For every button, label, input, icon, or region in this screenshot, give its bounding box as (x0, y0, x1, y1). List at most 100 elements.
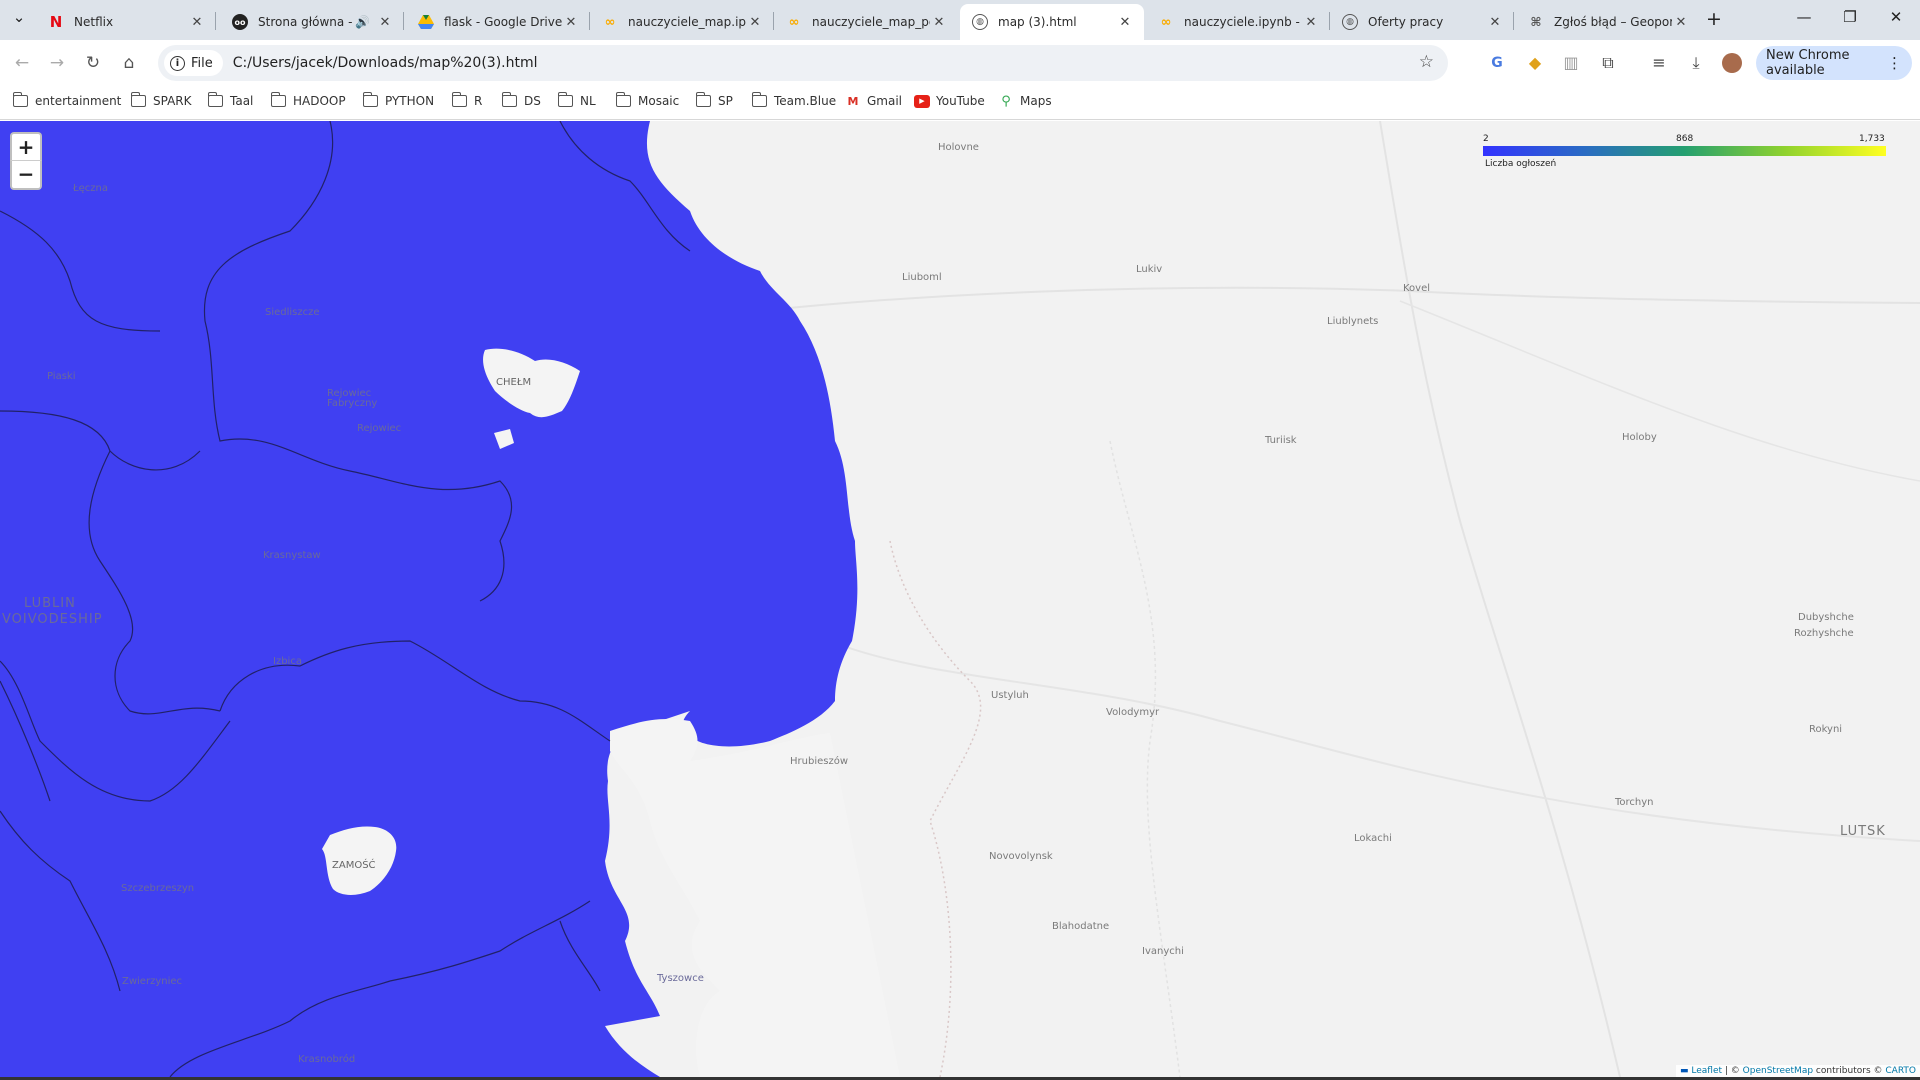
bookmark-gmail[interactable]: M Gmail (845, 94, 903, 108)
bookmark-label: entertainment (35, 94, 122, 108)
extension-icon[interactable]: ◆ (1524, 52, 1546, 74)
bookmark-r[interactable]: R (451, 92, 483, 108)
bookmark-python[interactable]: PYTHON (362, 92, 435, 108)
bookmark-label: SP (718, 94, 733, 108)
place-label: Zwierzyniec (122, 976, 183, 987)
tab-search-button[interactable]: ⌄ (6, 8, 32, 32)
close-icon[interactable]: ✕ (562, 15, 580, 30)
bookmark-sp[interactable]: SP (695, 92, 733, 108)
place-label: LUBLIN (24, 596, 76, 611)
tab-title: Zgłoś błąd – Geopor (1554, 15, 1672, 29)
site-info-chip[interactable]: i File (164, 50, 223, 76)
close-icon[interactable]: ✕ (1672, 15, 1690, 30)
place-label: Rejowiec Fabryczny (327, 388, 378, 409)
tab-strona-glowna[interactable]: oo Strona główna - P 🔊 ✕ (220, 4, 404, 40)
new-chrome-available-button[interactable]: New Chrome available ⋮ (1756, 46, 1912, 80)
place-label: Szczebrzeszyn (121, 883, 195, 894)
bookmark-star-icon[interactable]: ☆ (1419, 52, 1434, 72)
place-label: Lukiv (1136, 264, 1163, 275)
place-label: Krasnobród (298, 1054, 356, 1065)
tab-oferty-pracy[interactable]: ◍ Oferty pracy ✕ (1330, 4, 1514, 40)
leaflet-link[interactable]: Leaflet (1691, 1066, 1722, 1076)
folder-icon (557, 92, 573, 107)
leaflet-map[interactable]: + − 2 868 1,733 Liczba ogłoszeń Holovne … (0, 121, 1920, 1077)
tab-title: map (3).html (998, 15, 1077, 29)
place-label: Ivanychi (1142, 946, 1184, 957)
gmail-icon: M (847, 94, 859, 108)
avatar[interactable] (1722, 53, 1742, 73)
osm-link[interactable]: OpenStreetMap (1743, 1066, 1813, 1076)
back-button[interactable]: ← (10, 51, 34, 75)
download-icon[interactable]: ⤓ (1685, 52, 1707, 74)
tab-title: Strona główna - P (258, 15, 356, 29)
tab-title: flask - Google Drive (444, 15, 562, 29)
address-bar[interactable]: i File C:/Users/jacek/Downloads/map%20(3… (158, 45, 1448, 81)
close-icon[interactable]: ✕ (188, 15, 206, 30)
bookmark-taal[interactable]: Taal (207, 92, 253, 108)
close-icon[interactable]: ✕ (1116, 15, 1134, 30)
zoom-in-button[interactable]: + (10, 132, 42, 162)
tab-map-html[interactable]: ◍ map (3).html ✕ (960, 4, 1144, 40)
carto-link[interactable]: CARTO (1885, 1066, 1916, 1076)
forward-button[interactable]: → (45, 51, 69, 75)
tab-strip: ⌄ N Netflix ✕ oo Strona główna - P 🔊 ✕ f… (0, 0, 1920, 40)
translate-extension-icon[interactable]: G (1486, 52, 1508, 74)
home-button[interactable]: ⌂ (117, 51, 141, 75)
tab-geoportal[interactable]: ⌘ Zgłoś błąd – Geopor ✕ (1516, 4, 1700, 40)
reader-extension-icon[interactable]: ▥ (1560, 52, 1582, 74)
tab-nauczyciele-ipynb[interactable]: ∞ nauczyciele.ipynb - C ✕ (1146, 4, 1330, 40)
url-text[interactable]: C:/Users/jacek/Downloads/map%20(3).html (233, 55, 538, 71)
reload-button[interactable]: ↻ (81, 51, 105, 75)
tab-nauczyciele-map-pos[interactable]: ∞ nauczyciele_map_pos ✕ (774, 4, 958, 40)
place-label: Holoby (1622, 432, 1657, 443)
home-icon: ⌂ (123, 53, 135, 73)
tab-nauczyciele-map[interactable]: ∞ nauczyciele_map.ipyn ✕ (590, 4, 774, 40)
place-label: Tyszowce (657, 973, 704, 984)
folder-icon (695, 92, 711, 107)
close-icon[interactable]: ✕ (376, 15, 394, 30)
tab-flask-drive[interactable]: flask - Google Drive ✕ (406, 4, 590, 40)
bookmark-nl[interactable]: NL (557, 92, 596, 108)
bookmark-mosaic[interactable]: Mosaic (615, 92, 680, 108)
bookmark-label: R (474, 94, 483, 108)
legend-color-bar (1483, 146, 1886, 156)
bookmark-team-blue[interactable]: Team.Blue (751, 92, 836, 108)
bookmarks-bar: entertainment SPARK Taal HADOOP PYTHON R… (0, 86, 1920, 120)
bookmark-hadoop[interactable]: HADOOP (270, 92, 346, 108)
tab-netflix[interactable]: N Netflix ✕ (36, 4, 216, 40)
place-label: Liublynets (1327, 316, 1379, 327)
folder-icon (615, 92, 631, 107)
bookmark-label: PYTHON (385, 94, 435, 108)
arrow-right-icon: → (49, 53, 65, 73)
reload-icon: ↻ (85, 53, 101, 73)
close-icon[interactable]: ✕ (1486, 15, 1504, 30)
bookmark-spark[interactable]: SPARK (130, 92, 192, 108)
close-icon[interactable]: ✕ (1302, 15, 1320, 30)
bookmark-youtube[interactable]: ▶ YouTube (914, 94, 985, 108)
bookmark-label: YouTube (936, 94, 985, 108)
bookmark-maps[interactable]: ⚲ Maps (998, 93, 1051, 109)
arrow-left-icon: ← (14, 53, 30, 73)
place-label: Rozhyshche (1794, 628, 1854, 639)
close-icon[interactable]: ✕ (930, 15, 948, 30)
bookmark-entertainment[interactable]: entertainment (12, 92, 122, 108)
place-label: Krasnystaw (263, 550, 321, 561)
new-tab-button[interactable]: + (1701, 8, 1727, 32)
close-window-button[interactable]: ✕ (1883, 8, 1909, 32)
minimize-button[interactable]: — (1791, 8, 1817, 32)
restore-button[interactable]: ❐ (1837, 8, 1863, 32)
google-drive-icon (418, 14, 434, 30)
media-controls-icon[interactable]: ≡ (1648, 52, 1670, 74)
attribution-text: contributors © (1813, 1066, 1886, 1076)
bookmark-ds[interactable]: DS (501, 92, 541, 108)
puzzle-extensions-icon[interactable]: ⧉ (1597, 52, 1619, 74)
speaker-icon[interactable]: 🔊 (355, 15, 370, 29)
tab-title: Oferty pracy (1368, 15, 1444, 29)
maps-icon: ⚲ (1001, 93, 1011, 109)
zoom-out-button[interactable]: − (10, 160, 42, 190)
geoportal-icon: ⌘ (1530, 15, 1542, 29)
kebab-menu-icon[interactable]: ⋮ (1887, 54, 1902, 72)
folder-icon (451, 92, 467, 107)
bookmark-label: Mosaic (638, 94, 680, 108)
close-icon[interactable]: ✕ (746, 15, 764, 30)
